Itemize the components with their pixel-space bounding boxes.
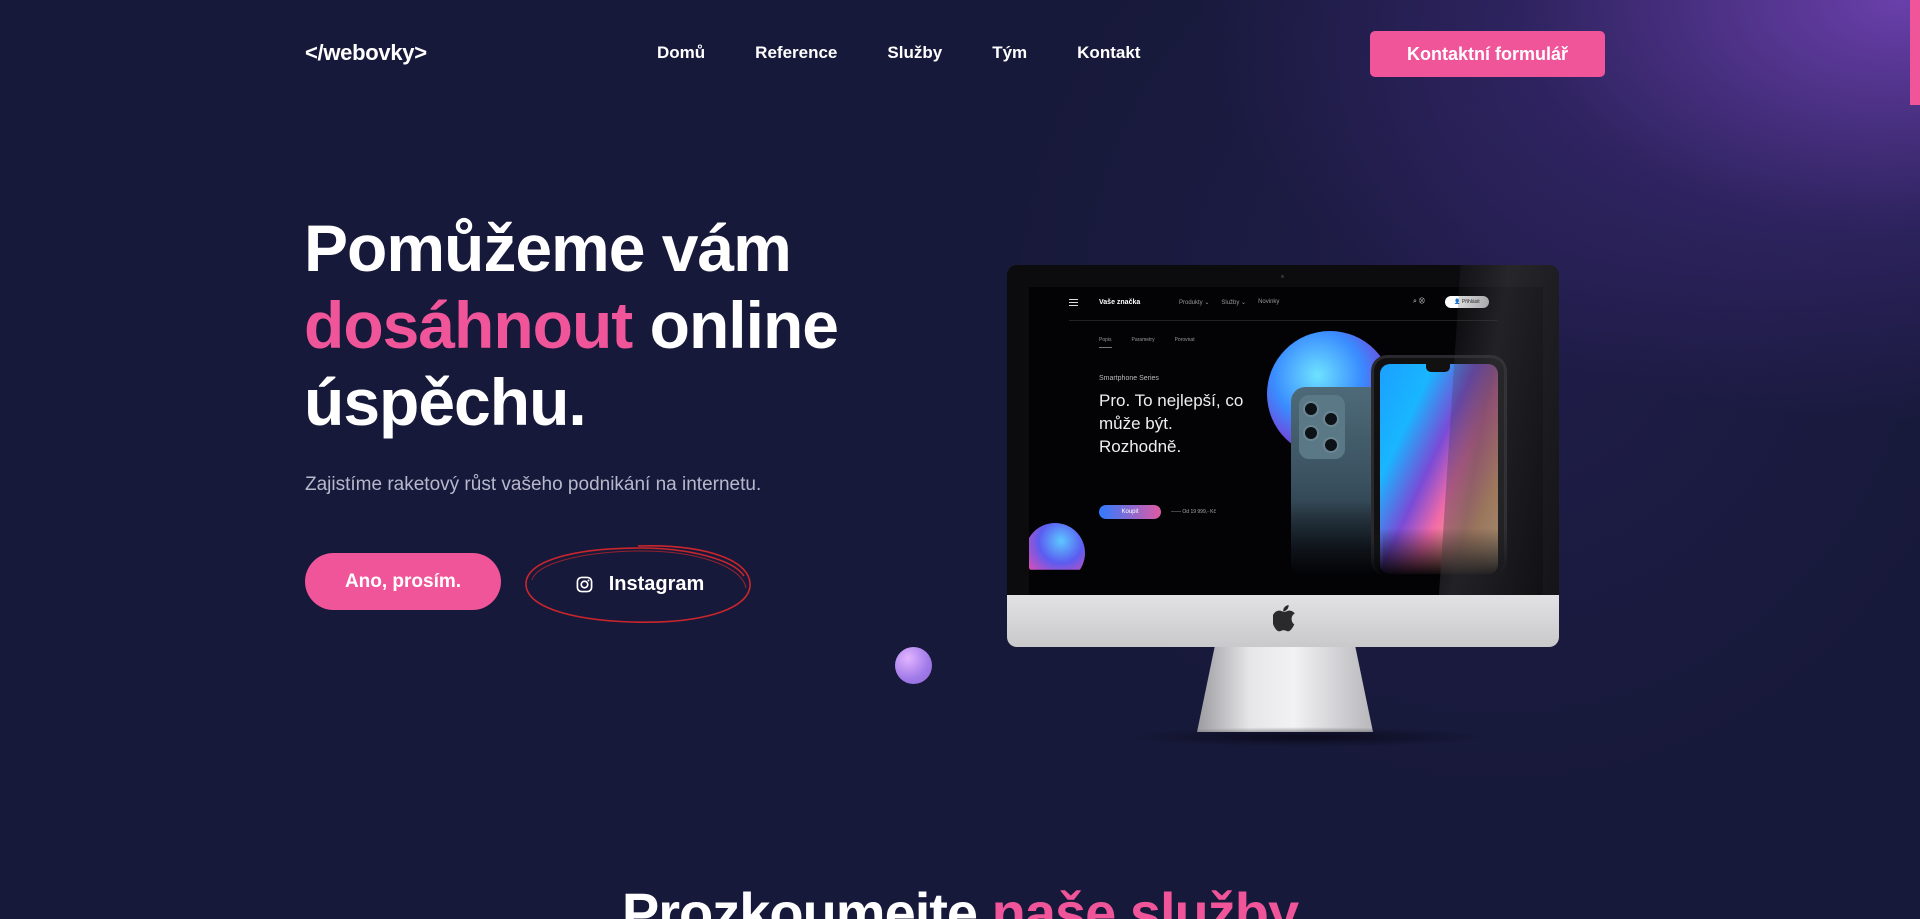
instagram-button-label: Instagram — [608, 572, 705, 595]
monitor-bezel: Vaše značka Produkty ⌄ Služby ⌄ Novinky … — [1007, 265, 1559, 595]
nav-item-kontakt[interactable]: Kontakt — [1077, 43, 1140, 63]
contact-form-button[interactable]: Kontaktní formulář — [1370, 31, 1605, 77]
site-logo[interactable]: </webovky> — [305, 40, 427, 66]
mockup-price: —— Od 19 999,- Kč — [1171, 509, 1217, 515]
hamburger-icon — [1069, 299, 1078, 306]
mockup-tabs: Popis Parametry Porovnat — [1099, 337, 1195, 348]
services-title-start: Prozkoumejte — [621, 881, 992, 919]
mockup-gradient-orb-small — [1029, 523, 1085, 570]
mockup-divider — [1069, 320, 1497, 321]
stand-shadow — [1127, 727, 1487, 747]
yes-please-button[interactable]: Ano, prosím. — [305, 553, 501, 610]
mockup-link: Novinky — [1258, 299, 1280, 305]
phone-lens — [1323, 411, 1339, 427]
nav-item-reference[interactable]: Reference — [755, 43, 837, 63]
main-nav: Domů Reference Služby Tým Kontakt — [657, 43, 1190, 63]
services-title-highlight: naše služby — [991, 881, 1299, 919]
mockup-tab: Porovnat — [1174, 337, 1195, 343]
hero-title-line2-rest: online — [632, 288, 839, 362]
mockup-buy-button: Koupit — [1099, 505, 1161, 519]
monitor-stand — [1197, 647, 1373, 732]
instagram-button[interactable]: Instagram — [540, 556, 740, 612]
hero-title-highlight: dosáhnout — [304, 288, 633, 362]
hero-title: Pomůžeme vám dosáhnout online úspěchu. — [304, 210, 904, 441]
background-glow — [0, 0, 1920, 919]
phone-notch — [1426, 364, 1450, 372]
mockup-search-cart-icons: ⌕ ⛒ — [1413, 298, 1425, 305]
mockup-tab: Parametry — [1131, 337, 1155, 343]
mockup-headline: Pro. To nejlepší, co může být. Rozhodně. — [1099, 391, 1244, 456]
camera-dot — [1281, 275, 1284, 278]
nav-item-sluzby[interactable]: Služby — [887, 43, 942, 63]
phone-lens — [1303, 425, 1319, 441]
apple-logo-icon — [1273, 605, 1295, 632]
hero-title-line3: úspěchu. — [304, 365, 587, 439]
instagram-icon — [576, 576, 593, 592]
mockup-link: Služby ⌄ — [1221, 300, 1247, 306]
mockup-links: Produkty ⌄ Služby ⌄ Novinky — [1179, 299, 1279, 306]
nav-item-tym[interactable]: Tým — [992, 43, 1027, 63]
phone-lens — [1323, 437, 1339, 453]
imac-mockup: Vaše značka Produkty ⌄ Služby ⌄ Novinky … — [1007, 265, 1559, 747]
mockup-brand: Vaše značka — [1099, 299, 1141, 306]
phone-camera-module — [1299, 395, 1345, 459]
phone-lens — [1303, 401, 1319, 417]
nav-item-domu[interactable]: Domů — [657, 43, 705, 63]
site-header: </webovky> Domů Reference Služby Tým Kon… — [0, 0, 1920, 108]
hero-title-line1: Pomůžeme vám — [304, 211, 792, 285]
decorative-orb — [895, 647, 932, 684]
services-section-title: Prozkoumejte naše služby — [0, 880, 1920, 919]
hero-subtitle: Zajistíme raketový růst vašeho podnikání… — [305, 474, 762, 495]
mockup-tab: Popis — [1099, 337, 1112, 348]
mockup-link: Produkty ⌄ — [1179, 300, 1210, 306]
mockup-series-label: Smartphone Series — [1099, 375, 1159, 382]
